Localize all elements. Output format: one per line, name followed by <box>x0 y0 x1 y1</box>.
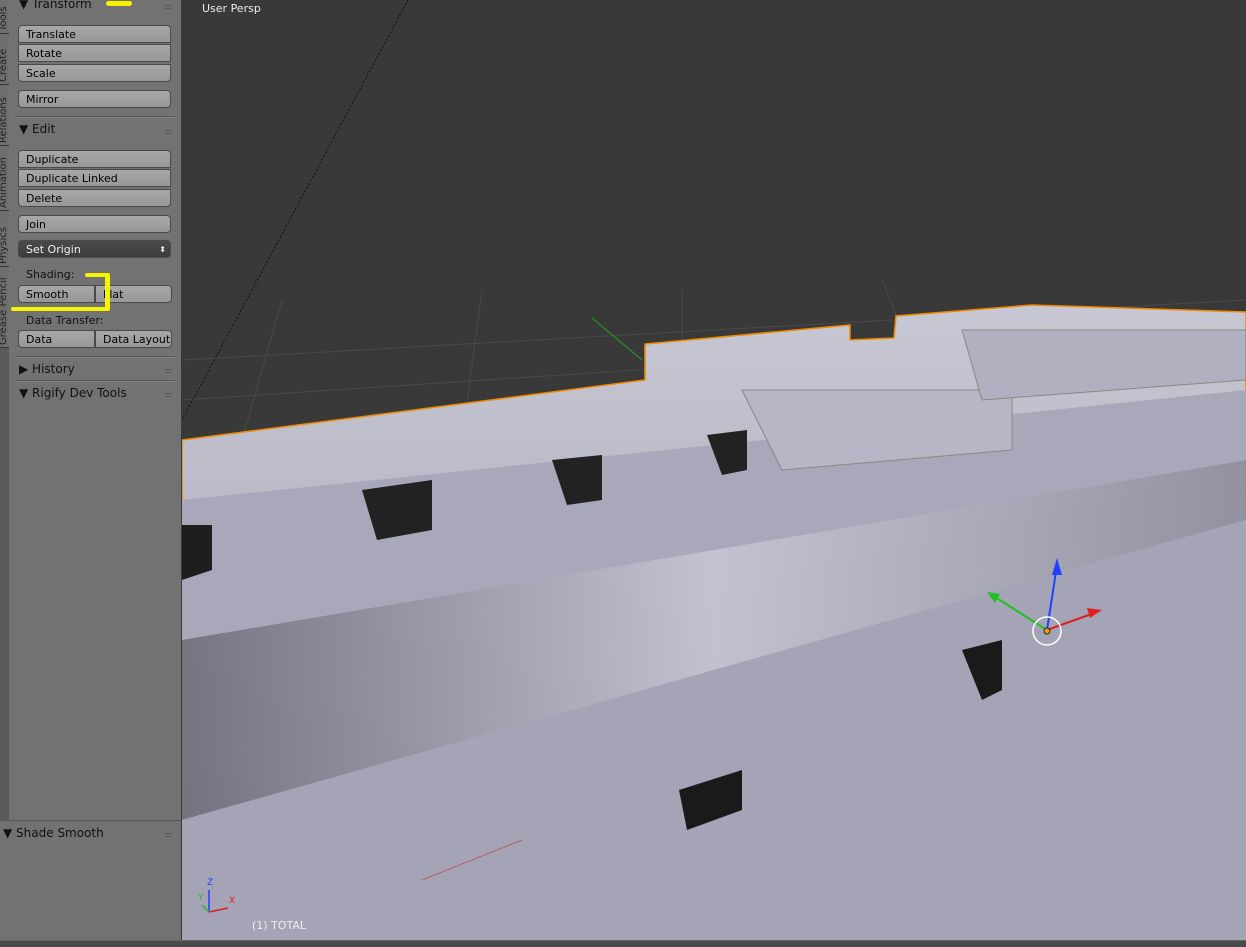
data-layout-button[interactable]: Data Layout <box>95 330 172 348</box>
divider <box>15 116 175 118</box>
annotation-mark <box>106 1 132 6</box>
tool-shelf: ▼ Transform :::: Translate Rotate Scale … <box>0 0 182 941</box>
object-info-label: (1) TOTAL <box>252 919 306 932</box>
drag-grip-icon[interactable]: :::: <box>164 366 172 375</box>
divider <box>15 356 175 358</box>
edit-header[interactable]: ▼ Edit <box>19 122 55 136</box>
x-axis-label: X <box>229 896 236 906</box>
delete-button[interactable]: Delete <box>18 189 171 207</box>
duplicate-button[interactable]: Duplicate <box>18 150 171 168</box>
data-button[interactable]: Data <box>18 330 95 348</box>
tab-create[interactable]: Create <box>0 34 9 85</box>
view-name-label: User Persp <box>202 2 261 15</box>
scale-button[interactable]: Scale <box>18 64 171 82</box>
data-transfer-label: Data Transfer: <box>26 314 104 327</box>
y-axis-label: Y <box>198 893 204 903</box>
rotate-button[interactable]: Rotate <box>18 44 171 62</box>
join-button[interactable]: Join <box>18 215 171 233</box>
tab-grease-pencil[interactable]: Grease Pencil <box>0 267 9 348</box>
tab-tools[interactable]: Tools <box>0 0 9 34</box>
tab-animation[interactable]: Animation <box>0 146 9 211</box>
shade-smooth-header[interactable]: ▼ Shade Smooth <box>3 826 104 840</box>
history-header[interactable]: ▶ History <box>19 362 75 376</box>
set-origin-dropdown[interactable]: Set Origin ⬍ <box>18 240 171 258</box>
up-down-arrow-icon: ⬍ <box>159 245 166 254</box>
duplicate-linked-button[interactable]: Duplicate Linked <box>18 169 171 187</box>
shading-label: Shading: <box>26 268 75 281</box>
translate-button[interactable]: Translate <box>18 25 171 43</box>
mirror-button[interactable]: Mirror <box>18 90 171 108</box>
tab-physics[interactable]: Physics <box>0 211 9 267</box>
divider <box>15 380 175 382</box>
annotation-mark <box>105 273 110 311</box>
drag-grip-icon[interactable]: :::: <box>164 2 172 11</box>
annotation-mark <box>11 307 110 311</box>
transform-header[interactable]: ▼ Transform <box>19 0 92 11</box>
rigify-dev-tools-header[interactable]: ▼ Rigify Dev Tools <box>19 386 127 400</box>
drag-grip-icon[interactable]: :::: <box>164 390 172 399</box>
grid-y-axis <box>591 317 643 361</box>
scene <box>181 0 1246 941</box>
3d-viewport[interactable]: User Persp (1) TOTAL Z Y X <box>181 0 1246 941</box>
camera-line <box>181 0 409 421</box>
tab-relations[interactable]: Relations <box>0 85 9 146</box>
drag-grip-icon[interactable]: :::: <box>164 830 172 839</box>
drag-grip-icon[interactable]: :::: <box>164 127 172 136</box>
operator-panel: ▼ Shade Smooth :::: <box>0 820 181 941</box>
smooth-button[interactable]: Smooth <box>18 285 95 303</box>
z-axis-label: Z <box>207 878 214 888</box>
